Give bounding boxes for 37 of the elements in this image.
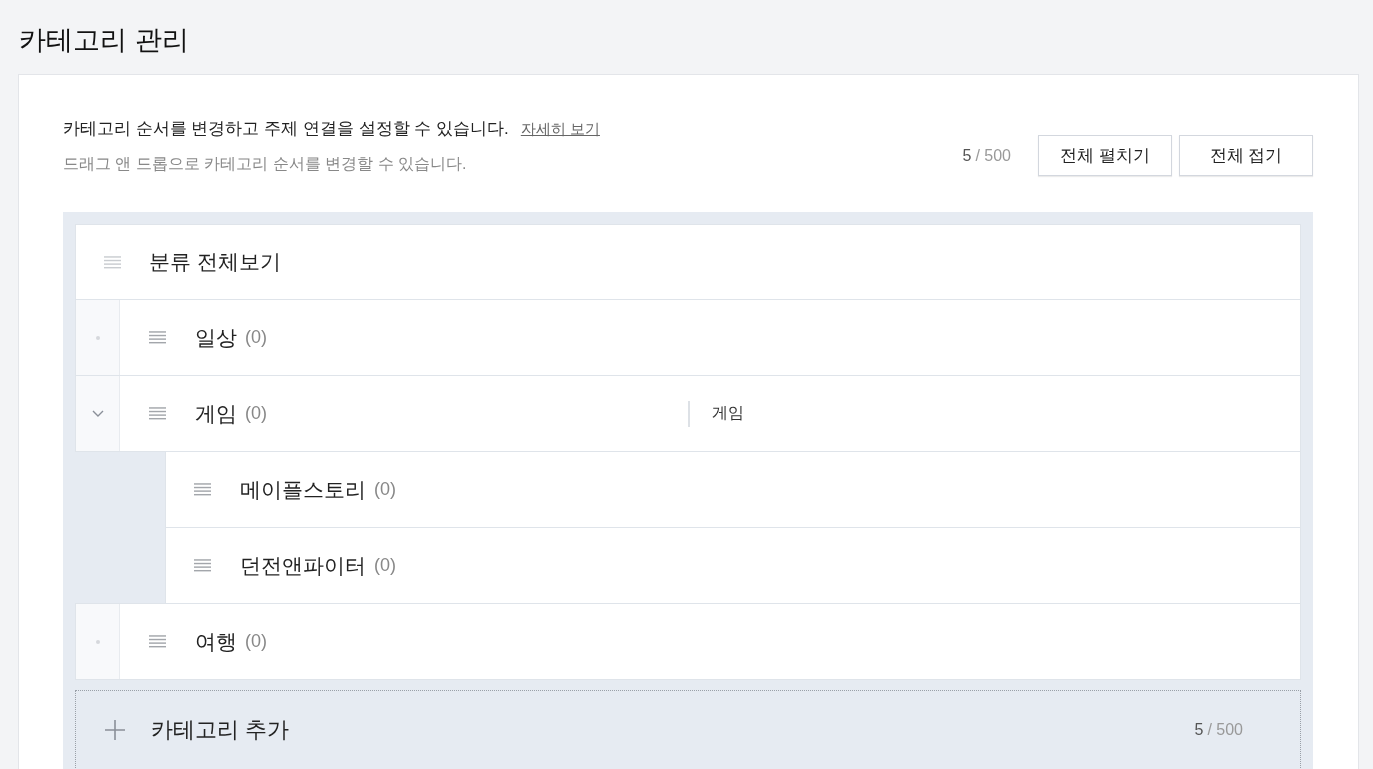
count-current: 5 (962, 146, 972, 165)
category-name: 던전앤파이터 (240, 552, 366, 579)
post-count: (0) (374, 555, 396, 576)
count-limit: / 500 (975, 146, 1011, 165)
count-limit: / 500 (1207, 721, 1243, 739)
drag-handle-icon[interactable] (149, 407, 166, 420)
drag-handle-icon[interactable] (104, 255, 121, 269)
dot-icon (95, 639, 100, 644)
expand-all-button[interactable]: 전체 펼치기 (1038, 135, 1172, 176)
expand-toggle[interactable] (76, 300, 120, 375)
category-name: 일상 (195, 324, 237, 351)
drag-handle-icon[interactable] (149, 331, 166, 344)
post-count: (0) (245, 631, 267, 652)
post-count: (0) (245, 403, 267, 424)
add-category-label: 카테고리 추가 (151, 716, 290, 744)
page-title: 카테고리 관리 (19, 24, 189, 57)
expand-toggle[interactable] (76, 376, 120, 451)
collapse-all-button[interactable]: 전체 접기 (1179, 135, 1313, 176)
category-name: 분류 전체보기 (149, 249, 281, 275)
category-name: 여행 (195, 628, 237, 655)
add-category-row[interactable]: 카테고리 추가 5 / 500 (75, 690, 1301, 769)
topic-label: 게임 (712, 403, 744, 423)
drag-handle-icon[interactable] (194, 483, 211, 496)
count-current: 5 (1194, 721, 1204, 739)
drag-handle-icon[interactable] (149, 635, 166, 648)
post-count: (0) (245, 327, 267, 348)
drag-hint-text: 드래그 앤 드롭으로 카테고리 순서를 변경할 수 있습니다. (63, 154, 468, 174)
category-name: 메이플스토리 (240, 476, 366, 503)
expand-toggle[interactable] (76, 604, 120, 679)
category-name: 게임 (195, 400, 237, 427)
chevron-down-icon (91, 410, 104, 417)
post-count: (0) (374, 479, 396, 500)
intro-text: 카테고리 순서를 변경하고 주제 연결을 설정할 수 있습니다. (63, 118, 509, 140)
drag-handle-icon[interactable] (194, 559, 211, 572)
details-link[interactable]: 자세히 보기 (520, 120, 600, 139)
plus-icon (105, 720, 125, 740)
dot-icon (95, 335, 100, 340)
